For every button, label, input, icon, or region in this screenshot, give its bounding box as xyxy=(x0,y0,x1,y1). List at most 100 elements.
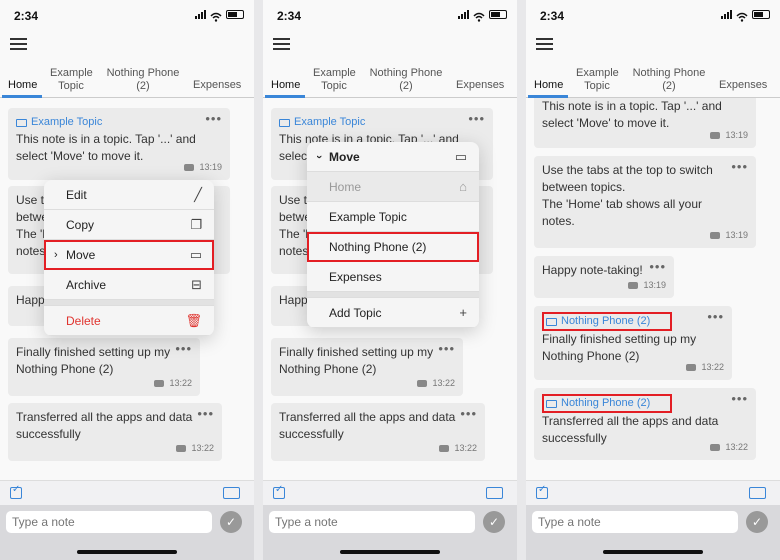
note-text: Transferred all the apps and data succes… xyxy=(542,414,719,445)
more-options-icon[interactable]: ••• xyxy=(731,158,748,175)
house-icon: ⌂ xyxy=(459,179,467,194)
status-icons xyxy=(458,9,507,22)
menu-item-delete[interactable]: Delete 🗑 xyxy=(44,306,214,336)
inbox-icon xyxy=(710,132,721,139)
more-options-icon[interactable]: ••• xyxy=(175,340,192,357)
tab-example-topic[interactable]: Example Topic xyxy=(50,67,93,93)
phone-screen-2: 2:34 Home Example Topic Nothing Phone (2… xyxy=(263,0,517,560)
folder-icon: ▭ xyxy=(189,247,202,262)
composer: ✓ xyxy=(526,505,780,560)
signal-icon xyxy=(721,9,732,19)
inbox-icon xyxy=(176,445,187,452)
tab-nothing-phone[interactable]: Nothing Phone (2) xyxy=(367,67,445,93)
submenu-header-move[interactable]: › Move ▭ xyxy=(307,142,479,172)
note-card[interactable]: This note is in a topic. Tap '...' and s… xyxy=(534,98,756,148)
menu-item-move[interactable]: › Move ▭ xyxy=(44,240,214,270)
tab-example-topic[interactable]: Example Topic xyxy=(313,67,356,93)
status-time: 2:34 xyxy=(14,9,39,23)
tab-expenses[interactable]: Expenses xyxy=(719,79,767,92)
note-card[interactable]: Finally finished setting up my Nothing P… xyxy=(271,338,463,396)
tab-nothing-phone[interactable]: Nothing Phone (2) xyxy=(630,67,708,93)
topic-tabs: Home Example Topic Nothing Phone (2) Exp… xyxy=(0,64,254,98)
inbox-icon xyxy=(710,232,721,239)
note-card[interactable]: Example Topic This note is in a topic. T… xyxy=(8,108,230,180)
note-input[interactable] xyxy=(6,511,212,533)
signal-icon xyxy=(458,9,469,19)
more-options-icon[interactable]: ••• xyxy=(707,308,724,325)
note-text: Finally finished setting up my Nothing P… xyxy=(16,345,171,376)
checkbox-icon[interactable] xyxy=(273,484,285,499)
keyboard-icon[interactable] xyxy=(223,487,240,499)
keyboard-icon[interactable] xyxy=(749,487,766,499)
more-options-icon[interactable]: ••• xyxy=(205,110,222,127)
hamburger-menu-icon[interactable] xyxy=(10,38,27,50)
menu-item-archive[interactable]: Archive ⊟ xyxy=(44,270,214,300)
move-option-nothing-phone[interactable]: Nothing Phone (2) xyxy=(307,232,479,262)
notes-feed[interactable]: This note is in a topic. Tap '...' and s… xyxy=(526,98,780,480)
inbox-icon xyxy=(686,364,697,371)
tab-home[interactable]: Home xyxy=(271,79,300,92)
topic-tag[interactable]: Nothing Phone (2) xyxy=(542,394,672,413)
send-check-button[interactable]: ✓ xyxy=(220,511,242,533)
folder-icon xyxy=(546,399,557,408)
note-card[interactable]: Happy note-taking! ••• 13:19 xyxy=(534,256,674,298)
wifi-icon xyxy=(210,9,222,22)
status-bar: 2:34 xyxy=(263,0,517,30)
more-options-icon[interactable]: ••• xyxy=(460,405,477,422)
more-options-icon[interactable]: ••• xyxy=(468,110,485,127)
composer: ✓ xyxy=(0,505,254,560)
tab-expenses[interactable]: Expenses xyxy=(456,79,504,92)
tab-home[interactable]: Home xyxy=(8,79,37,92)
tab-expenses[interactable]: Expenses xyxy=(193,79,241,92)
more-options-icon[interactable]: ••• xyxy=(649,258,666,275)
menu-item-edit[interactable]: Edit ╱ xyxy=(44,180,214,210)
keyboard-icon[interactable] xyxy=(486,487,503,499)
send-check-button[interactable]: ✓ xyxy=(746,511,768,533)
folder-icon xyxy=(546,317,557,326)
note-card[interactable]: Nothing Phone (2) Finally finished setti… xyxy=(534,306,732,380)
trash-icon: 🗑 xyxy=(185,313,202,328)
note-card[interactable]: Transferred all the apps and data succes… xyxy=(271,403,485,461)
menu-item-copy[interactable]: Copy ❐ xyxy=(44,210,214,240)
battery-icon xyxy=(489,9,507,19)
move-option-example-topic[interactable]: Example Topic xyxy=(307,202,479,232)
inbox-icon xyxy=(184,164,195,171)
note-context-menu: Edit ╱ Copy ❐ › Move ▭ Archive ⊟ Delete 🗑 xyxy=(44,180,214,336)
note-card[interactable]: Use the tabs at the top to switch betwee… xyxy=(534,156,756,248)
wifi-icon xyxy=(473,9,485,22)
status-time: 2:34 xyxy=(277,9,302,23)
plus-icon: + xyxy=(459,305,467,320)
checkbox-icon[interactable] xyxy=(10,484,22,499)
chevron-down-icon: › xyxy=(312,155,325,159)
topic-tag[interactable]: Example Topic xyxy=(279,114,485,131)
note-text: Transferred all the apps and data succes… xyxy=(279,410,456,441)
tab-nothing-phone[interactable]: Nothing Phone (2) xyxy=(104,67,182,93)
inbox-icon xyxy=(154,380,165,387)
note-input[interactable] xyxy=(269,511,475,533)
topic-tag[interactable]: Example Topic xyxy=(16,114,222,131)
note-meta: 13:22 xyxy=(154,375,192,392)
composer: ✓ xyxy=(263,505,517,560)
more-options-icon[interactable]: ••• xyxy=(438,340,455,357)
note-meta: 13:22 xyxy=(176,440,214,457)
battery-icon xyxy=(752,9,770,19)
move-option-add-topic[interactable]: Add Topic + xyxy=(307,298,479,328)
move-option-expenses[interactable]: Expenses xyxy=(307,262,479,292)
note-card[interactable]: Finally finished setting up my Nothing P… xyxy=(8,338,200,396)
phone-screen-3: 2:34 Home Example Topic Nothing Phone (2… xyxy=(526,0,780,560)
hamburger-menu-icon[interactable] xyxy=(273,38,290,50)
signal-icon xyxy=(195,9,206,19)
note-card[interactable]: Nothing Phone (2) Transferred all the ap… xyxy=(534,388,756,460)
hamburger-menu-icon[interactable] xyxy=(536,38,553,50)
tab-home[interactable]: Home xyxy=(534,79,563,92)
tab-example-topic[interactable]: Example Topic xyxy=(576,67,619,93)
note-card[interactable]: Transferred all the apps and data succes… xyxy=(8,403,222,461)
more-options-icon[interactable]: ••• xyxy=(731,390,748,407)
note-input[interactable] xyxy=(532,511,738,533)
phone-screen-1: 2:34 Home Example Topic Nothing Phone (2… xyxy=(0,0,254,560)
send-check-button[interactable]: ✓ xyxy=(483,511,505,533)
topic-tag[interactable]: Nothing Phone (2) xyxy=(542,312,672,331)
more-options-icon[interactable]: ••• xyxy=(197,405,214,422)
note-text: This note is in a topic. Tap '...' and s… xyxy=(542,99,722,130)
checkbox-icon[interactable] xyxy=(536,484,548,499)
